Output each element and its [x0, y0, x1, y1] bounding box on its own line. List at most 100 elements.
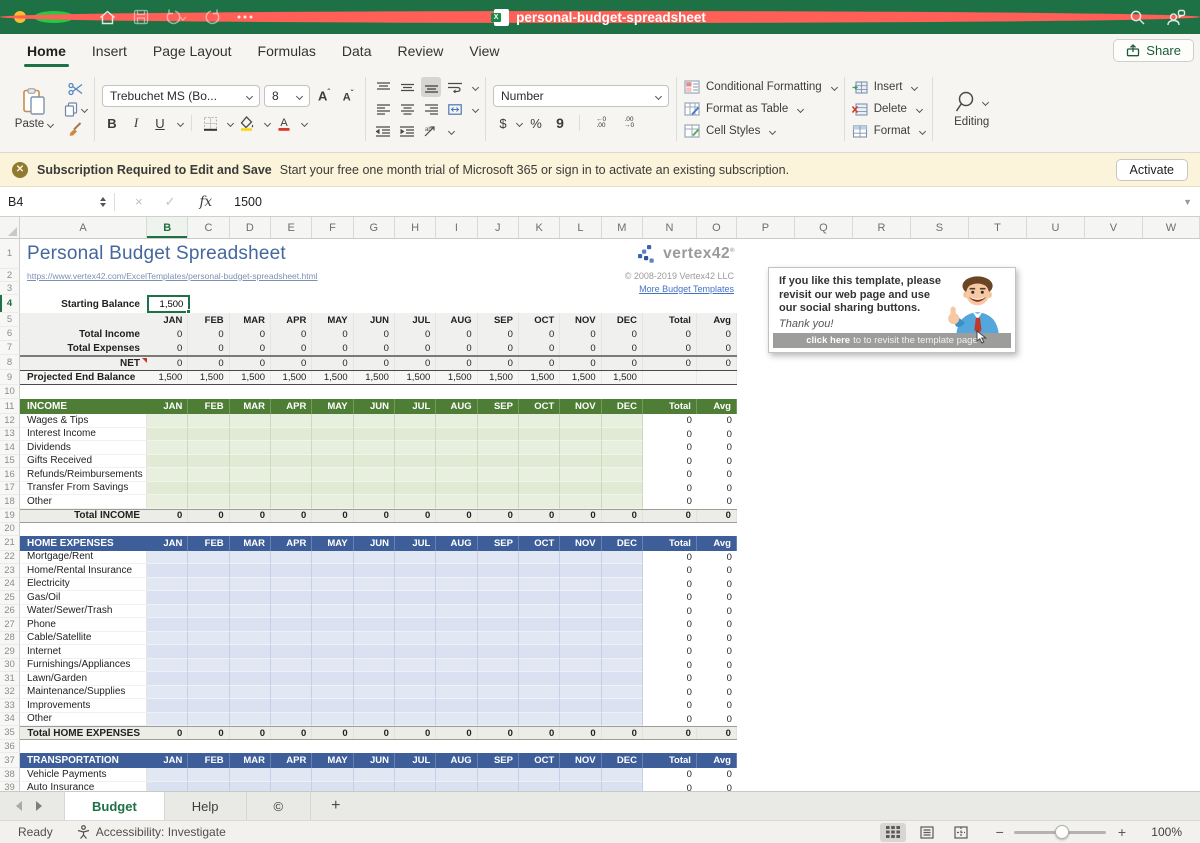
starting-balance-label[interactable]: Starting Balance	[20, 295, 147, 313]
increase-decimal-button[interactable]: ←0.00	[589, 117, 613, 130]
menu-tab-page-layout[interactable]: Page Layout	[140, 34, 245, 67]
more-commands-icon[interactable]	[237, 15, 253, 19]
cell[interactable]: FEB	[188, 753, 229, 768]
menu-tab-review[interactable]: Review	[384, 34, 456, 67]
cell[interactable]	[147, 645, 188, 659]
projected-label[interactable]: Projected End Balance	[20, 371, 147, 384]
cell[interactable]: MAY	[312, 753, 353, 768]
align-left-button[interactable]	[373, 99, 393, 119]
cell[interactable]	[478, 618, 519, 632]
cell[interactable]: 1,500	[519, 371, 560, 384]
cell[interactable]	[188, 495, 229, 509]
cell[interactable]	[436, 782, 477, 792]
row-header-36[interactable]: 36	[0, 740, 20, 753]
cell[interactable]	[395, 699, 436, 713]
row-header-35[interactable]: 35	[0, 726, 20, 740]
cell[interactable]	[478, 782, 519, 792]
cell[interactable]	[602, 659, 643, 673]
cell[interactable]	[560, 768, 601, 782]
cell[interactable]: 0	[271, 341, 312, 355]
cell[interactable]: 0	[697, 564, 737, 578]
cell[interactable]	[602, 455, 643, 469]
cell[interactable]	[271, 618, 312, 632]
row-header-34[interactable]: 34	[0, 713, 20, 727]
formula-bar-expand-icon[interactable]: ▼	[1183, 197, 1192, 207]
cell[interactable]: 0	[697, 782, 737, 792]
item-label[interactable]: Refunds/Reimbursements	[20, 468, 147, 482]
column-header-N[interactable]: N	[643, 217, 697, 238]
cell[interactable]	[188, 551, 229, 565]
cell[interactable]: 0	[560, 327, 601, 341]
column-header-R[interactable]: R	[853, 217, 911, 238]
cell[interactable]	[519, 551, 560, 565]
cell[interactable]: 0	[643, 632, 697, 646]
cell[interactable]: 0	[519, 727, 560, 739]
cell[interactable]	[395, 455, 436, 469]
cell[interactable]: 0	[697, 768, 737, 782]
cell[interactable]: 0	[643, 727, 697, 739]
row-header-24[interactable]: 24	[0, 578, 20, 592]
cell[interactable]: 0	[395, 510, 436, 522]
cell[interactable]	[147, 605, 188, 619]
cell[interactable]: 1,500	[147, 371, 188, 384]
cell[interactable]: JUL	[395, 753, 436, 768]
cell[interactable]: DEC	[602, 399, 643, 414]
format-cells-button[interactable]: Format	[852, 121, 925, 142]
wrap-text-button[interactable]	[445, 77, 465, 97]
cell[interactable]	[560, 605, 601, 619]
cell[interactable]	[147, 495, 188, 509]
cell[interactable]: 0	[643, 495, 697, 509]
cell[interactable]	[188, 713, 229, 727]
row-header-29[interactable]: 29	[0, 645, 20, 659]
column-header-W[interactable]: W	[1143, 217, 1200, 238]
cell[interactable]: 0	[643, 357, 697, 370]
cell[interactable]	[436, 455, 477, 469]
italic-button[interactable]: I	[126, 113, 146, 133]
cell[interactable]: Avg	[697, 536, 737, 551]
cell[interactable]: 0	[697, 495, 737, 509]
cell[interactable]	[271, 699, 312, 713]
font-name-select[interactable]: Trebuchet MS (Bo...	[102, 85, 260, 107]
cell[interactable]	[519, 414, 560, 428]
cell[interactable]: JUN	[354, 313, 395, 327]
cell[interactable]	[602, 551, 643, 565]
cell[interactable]: MAR	[230, 753, 271, 768]
cell[interactable]	[560, 618, 601, 632]
column-header-H[interactable]: H	[395, 217, 436, 238]
cell[interactable]	[312, 699, 353, 713]
row-header-19[interactable]: 19	[0, 509, 20, 523]
column-header-Q[interactable]: Q	[795, 217, 853, 238]
cell[interactable]	[478, 482, 519, 496]
cell[interactable]	[560, 551, 601, 565]
item-label[interactable]: Other	[20, 713, 147, 727]
cell[interactable]	[478, 564, 519, 578]
cell[interactable]	[395, 782, 436, 792]
cell[interactable]	[271, 782, 312, 792]
cell[interactable]: 0	[519, 341, 560, 355]
item-label[interactable]: Dividends	[20, 441, 147, 455]
formula-value[interactable]: 1500	[234, 195, 262, 209]
cell[interactable]	[395, 551, 436, 565]
item-label[interactable]: Cable/Satellite	[20, 632, 147, 646]
cell[interactable]	[147, 618, 188, 632]
cell[interactable]	[354, 605, 395, 619]
cell[interactable]: 0	[478, 327, 519, 341]
cell[interactable]	[188, 414, 229, 428]
cancel-entry-icon[interactable]: ×	[135, 194, 143, 209]
cell[interactable]: 0	[602, 510, 643, 522]
cell[interactable]	[478, 428, 519, 442]
cell[interactable]	[519, 428, 560, 442]
row-header-32[interactable]: 32	[0, 686, 20, 700]
cell[interactable]: OCT	[519, 536, 560, 551]
cell[interactable]: 0	[560, 341, 601, 355]
format-painter-button[interactable]	[64, 120, 87, 139]
cell[interactable]	[519, 468, 560, 482]
item-label[interactable]: Furnishings/Appliances	[20, 659, 147, 673]
cell[interactable]: 0	[643, 468, 697, 482]
cell[interactable]	[230, 495, 271, 509]
cell[interactable]	[188, 618, 229, 632]
copy-button[interactable]	[64, 100, 87, 119]
cell[interactable]	[188, 699, 229, 713]
cell[interactable]	[188, 782, 229, 792]
column-header-D[interactable]: D	[230, 217, 271, 238]
